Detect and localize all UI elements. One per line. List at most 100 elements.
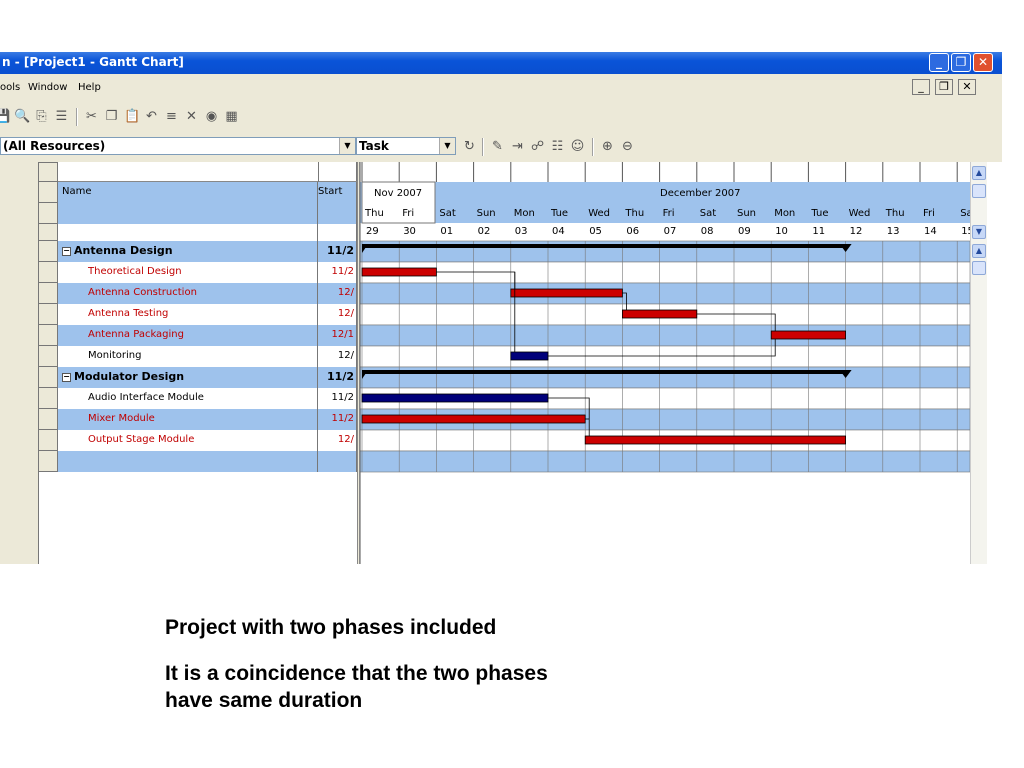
split-icon[interactable]: ☷ xyxy=(550,140,565,154)
task-info-icon[interactable]: ✎ xyxy=(490,140,505,154)
undo-icon[interactable]: ↶ xyxy=(144,110,159,124)
row-header[interactable] xyxy=(38,388,58,409)
collapse-icon[interactable]: − xyxy=(62,372,71,382)
paste-icon[interactable]: 📋 xyxy=(124,110,140,124)
row-header[interactable] xyxy=(38,325,58,346)
menu-tools[interactable]: ools xyxy=(0,82,20,93)
link-icon[interactable]: ☍ xyxy=(530,140,545,154)
column-header-name[interactable]: Name xyxy=(58,182,318,203)
scroll-thumb[interactable] xyxy=(972,184,986,198)
maximize-button[interactable]: ❐ xyxy=(951,53,971,72)
day-tick-label: 03 xyxy=(515,226,528,237)
month-label-dec: December 2007 xyxy=(660,188,740,199)
row-header[interactable] xyxy=(38,182,58,203)
resource-icon[interactable]: ☺ xyxy=(570,140,585,154)
row-header[interactable] xyxy=(38,346,58,367)
chevron-down-icon[interactable]: ▼ xyxy=(339,138,355,154)
toolbar-separator xyxy=(76,108,78,126)
task-name: Audio Interface Module xyxy=(88,392,204,403)
toolbar: 💾 🔍 ⎘ ☰ ✂ ❐ 📋 ↶ ≡ ✕ ◉ ▦ xyxy=(0,102,680,132)
mdi-close-button[interactable]: ✕ xyxy=(958,79,976,95)
row-header[interactable] xyxy=(38,367,58,388)
day-tick-label: 08 xyxy=(701,226,714,237)
row-header[interactable] xyxy=(38,451,58,472)
resources-filter-select[interactable]: (All Resources) ▼ xyxy=(0,137,356,155)
scroll-up-icon[interactable]: ▲ xyxy=(972,166,986,180)
table-row-theoretical-design[interactable]: Theoretical Design xyxy=(58,262,318,283)
table-row-antenna-testing[interactable]: Antenna Testing xyxy=(58,304,318,325)
row-header-corner[interactable] xyxy=(38,162,58,182)
scroll-up-icon[interactable]: ▲ xyxy=(972,244,986,258)
chart-row xyxy=(360,261,970,284)
table-icon[interactable]: ▦ xyxy=(224,110,239,124)
menu-help[interactable]: Help xyxy=(78,82,101,93)
menu-window[interactable]: Window xyxy=(28,82,67,93)
row-header[interactable] xyxy=(38,283,58,304)
chart-row xyxy=(360,282,970,305)
day-tick-label: 13 xyxy=(887,226,900,237)
row-header[interactable] xyxy=(38,430,58,451)
zoom-out-icon[interactable]: ⊖ xyxy=(620,140,635,154)
table-row-modulator-design[interactable]: − Modulator Design xyxy=(58,367,318,388)
month-label-nov: Nov 2007 xyxy=(374,188,422,199)
copy-icon[interactable]: ❐ xyxy=(104,110,119,124)
header-spacer-cell xyxy=(58,224,318,241)
task-start: 11/2 xyxy=(318,241,357,262)
chart-row xyxy=(360,345,970,368)
chart-scrollbar[interactable]: ▲ xyxy=(970,241,987,564)
refresh-icon[interactable]: ↻ xyxy=(462,140,477,154)
row-header[interactable] xyxy=(38,224,58,241)
gantt-chart: Nov 2007 December 2007 Thu Fri Sat Sun Mon Tue W… xyxy=(360,162,970,564)
task-start: 11/2 xyxy=(318,367,357,388)
table-row-empty[interactable] xyxy=(58,451,318,472)
print-icon[interactable]: ⎘ xyxy=(34,110,49,124)
insert-icon[interactable]: ≡ xyxy=(164,110,179,124)
weekday-tick-label: Thu xyxy=(624,208,644,219)
minimize-button[interactable]: _ xyxy=(929,53,949,72)
header-spacer-cell xyxy=(318,224,357,241)
find-icon[interactable]: ◉ xyxy=(204,110,219,124)
weekday-tick-label: Tue xyxy=(550,208,568,219)
row-header[interactable] xyxy=(38,203,58,224)
task-start: 12/ xyxy=(318,430,357,451)
table-row-monitoring[interactable]: Monitoring xyxy=(58,346,318,367)
table-row-antenna-packaging[interactable]: Antenna Packaging xyxy=(58,325,318,346)
caption-line-1: Project with two phases included xyxy=(165,616,497,639)
chevron-down-icon[interactable]: ▼ xyxy=(439,138,455,154)
filter-row: (All Resources) ▼ Task ▼ ↻ ✎ ⇥ ☍ ☷ ☺ ⊕ ⊖ xyxy=(0,132,1002,158)
scroll-thumb[interactable] xyxy=(972,261,986,275)
weekday-tick-label: Fri xyxy=(402,208,414,219)
cut-icon[interactable]: ✂ xyxy=(84,110,99,124)
gantt-bar-theoretical-design xyxy=(361,267,437,277)
timescale-top-row xyxy=(360,162,970,182)
gantt-bar-audio-interface-module xyxy=(361,393,549,403)
header-spacer-cell xyxy=(318,203,357,224)
print-preview-icon[interactable]: 🔍 xyxy=(14,110,30,124)
group-filter-select[interactable]: Task ▼ xyxy=(356,137,456,155)
save-icon[interactable]: 💾 xyxy=(0,110,10,124)
row-header[interactable] xyxy=(38,409,58,430)
row-header[interactable] xyxy=(38,304,58,325)
delete-icon[interactable]: ✕ xyxy=(184,110,199,124)
table-row-antenna-construction[interactable]: Antenna Construction xyxy=(58,283,318,304)
collapse-icon[interactable]: − xyxy=(62,246,71,256)
header-scrollbar[interactable]: ▲ ▼ xyxy=(970,162,987,241)
row-header[interactable] xyxy=(38,241,58,262)
indent-icon[interactable]: ⇥ xyxy=(510,140,525,154)
mdi-minimize-button[interactable]: _ xyxy=(912,79,930,95)
row-header[interactable] xyxy=(38,262,58,283)
gantt-bar-antenna-testing xyxy=(621,309,698,319)
mdi-restore-button[interactable]: ❐ xyxy=(935,79,953,95)
column-divider xyxy=(318,162,319,182)
table-row-audio-interface-module[interactable]: Audio Interface Module xyxy=(58,388,318,409)
day-tick-label: 05 xyxy=(589,226,602,237)
table-row-mixer-module[interactable]: Mixer Module xyxy=(58,409,318,430)
scroll-down-icon[interactable]: ▼ xyxy=(972,225,986,239)
table-row-antenna-design[interactable]: − Antenna Design xyxy=(58,241,318,262)
zoom-in-icon[interactable]: ⊕ xyxy=(600,140,615,154)
close-button[interactable]: ✕ xyxy=(973,53,993,72)
gantt-bar-antenna-construction xyxy=(510,288,623,298)
spelling-icon[interactable]: ☰ xyxy=(54,110,69,124)
column-header-start[interactable]: Start xyxy=(318,182,357,203)
table-row-output-stage-module[interactable]: Output Stage Module xyxy=(58,430,318,451)
